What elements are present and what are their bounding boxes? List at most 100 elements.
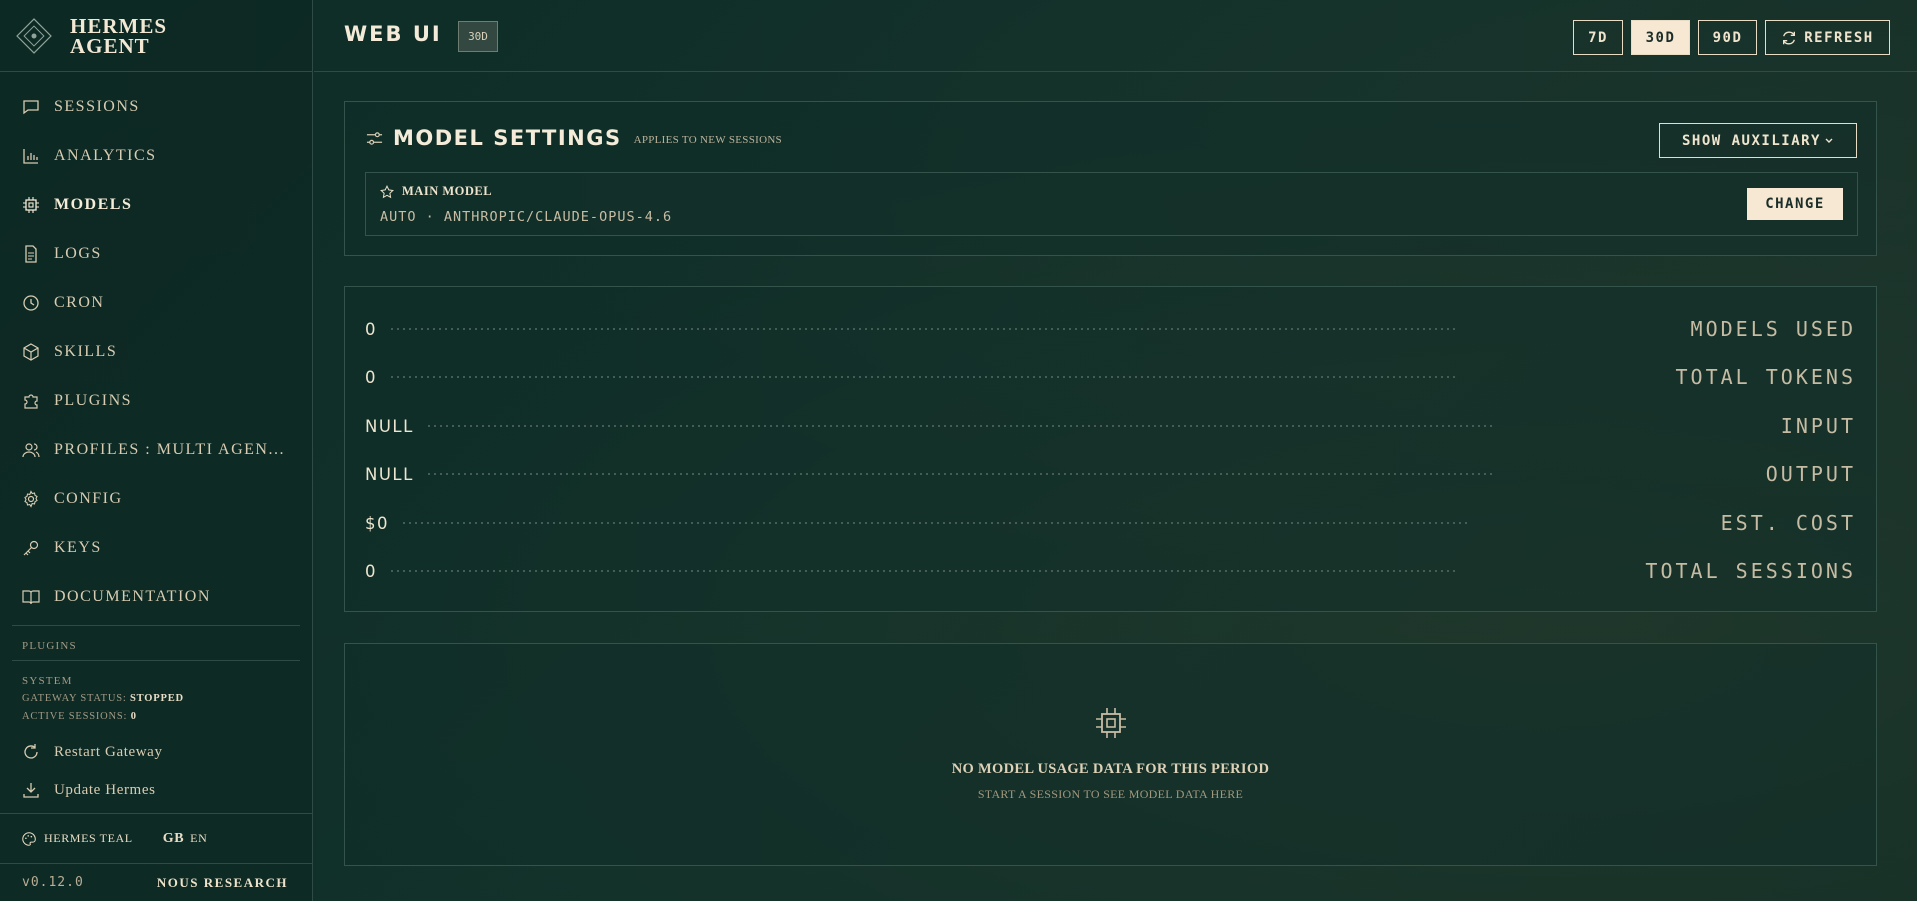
users-icon [22,441,40,459]
sidebar-item-label: ANALYTICS [54,146,157,164]
gateway-status-value: STOPPED [130,693,184,704]
file-icon [22,244,40,263]
range-7d-button[interactable]: 7D [1573,20,1623,55]
sidebar-item-models[interactable]: MODELS [0,180,312,229]
dotted-leader [425,425,1494,427]
stat-row-models-used: 0 MODELS USED [365,314,1856,344]
refresh-button[interactable]: REFRESH [1765,20,1890,55]
sidebar: HERMES AGENT SESSIONS ANALYTICS MODELS L… [0,0,313,901]
sidebar-item-label: CONFIG [54,489,123,507]
restart-icon [22,743,40,761]
language-code: EN [190,831,208,845]
sidebar-item-keys[interactable]: KEYS [0,523,312,572]
chat-icon [22,98,40,116]
refresh-label: REFRESH [1804,29,1874,46]
dotted-leader [389,376,1457,378]
stat-value: 0 [365,561,377,581]
sidebar-item-logs[interactable]: LOGS [0,229,312,278]
sidebar-item-label: PLUGINS [54,391,133,409]
stat-value: $0 [365,513,389,533]
theme-language-bar: HERMES TEAL GB EN [0,813,313,863]
chevron-down-icon [1825,138,1833,143]
brand-name: HERMES AGENT [70,13,168,58]
cpu-icon [1096,708,1126,738]
stat-label: TOTAL TOKENS [1675,365,1856,389]
show-auxiliary-button[interactable]: SHOW AUXILIARY [1659,123,1857,158]
sliders-icon [366,131,383,145]
plugins-heading: PLUGINS [22,640,77,652]
sidebar-item-label: KEYS [54,538,102,556]
gateway-status: GATEWAY STATUS: STOPPED [22,689,290,709]
model-settings-header: MODEL SETTINGS APPLIES TO NEW SESSIONS [366,126,782,150]
dotted-leader [425,473,1494,475]
hermes-logo-icon [16,17,52,54]
sidebar-item-label: DOCUMENTATION [54,587,211,605]
sidebar-item-label: SKILLS [54,342,118,360]
download-icon [22,781,40,799]
dotted-leader [401,522,1469,524]
active-sessions-label: ACTIVE SESSIONS: [22,711,128,722]
clock-icon [22,294,40,312]
model-settings-title: MODEL SETTINGS [393,126,622,150]
dotted-leader [389,570,1457,572]
range-30d-button[interactable]: 30D [1631,20,1690,55]
stat-label: MODELS USED [1690,317,1856,341]
sidebar-item-label: LOGS [54,244,102,262]
sidebar-item-cron[interactable]: CRON [0,278,312,327]
sidebar-item-skills[interactable]: SKILLS [0,327,312,376]
period-badge: 30D [458,21,498,52]
sidebar-item-label: CRON [54,293,105,311]
stat-row-total-tokens: 0 TOTAL TOKENS [365,362,1856,392]
model-usage-empty-card: NO MODEL USAGE DATA FOR THIS PERIOD STAR… [344,643,1877,866]
stat-label: TOTAL SESSIONS [1645,559,1856,583]
main-model-heading: MAIN MODEL [380,184,492,199]
main-model-label: MAIN MODEL [402,184,493,198]
stat-label: INPUT [1780,414,1856,438]
sidebar-item-profiles[interactable]: PROFILES : MULTI AGEN... [0,425,312,474]
vendor-link[interactable]: NOUS RESEARCH [157,875,288,891]
model-settings-subtitle: APPLIES TO NEW SESSIONS [633,133,782,146]
sidebar-item-sessions[interactable]: SESSIONS [0,82,312,131]
brand[interactable]: HERMES AGENT [0,0,312,72]
key-icon [22,539,40,557]
stat-row-est-cost: $0 EST. COST [365,508,1856,538]
sidebar-item-plugins[interactable]: PLUGINS [0,376,312,425]
stat-row-output: NULL OUTPUT [365,459,1856,489]
bar-chart-icon [22,147,40,165]
sidebar-item-label: SESSIONS [54,97,140,115]
top-bar: WEB UI 30D 7D 30D 90D REFRESH [314,0,1917,72]
restart-gateway-button[interactable]: Restart Gateway [0,733,312,771]
flag-gb-icon: GB [162,830,185,846]
stat-value: NULL [365,416,414,436]
sidebar-item-documentation[interactable]: DOCUMENTATION [0,572,312,621]
sidebar-item-analytics[interactable]: ANALYTICS [0,131,312,180]
brand-line-2: AGENT [70,33,150,58]
puzzle-icon [22,392,40,410]
star-icon [380,184,394,198]
range-90d-button[interactable]: 90D [1698,20,1757,55]
change-model-button[interactable]: CHANGE [1747,188,1843,220]
dotted-leader [389,328,1457,330]
main-model-value: AUTO · ANTHROPIC/CLAUDE-OPUS-4.6 [380,209,673,225]
main-model-row: MAIN MODEL AUTO · ANTHROPIC/CLAUDE-OPUS-… [365,172,1858,236]
brand-line-1: HERMES [70,13,168,38]
system-status: GATEWAY STATUS: STOPPED ACTIVE SESSIONS:… [0,687,312,727]
palette-icon [22,831,36,846]
theme-selector[interactable]: HERMES TEAL [44,831,133,846]
stat-label: EST. COST [1720,511,1856,535]
gear-icon [22,489,40,508]
version-label: v0.12.0 [22,875,84,890]
sidebar-nav: SESSIONS ANALYTICS MODELS LOGS CRON SKIL… [0,72,312,621]
cube-icon [22,342,40,361]
sidebar-footer: v0.12.0 NOUS RESEARCH [0,863,313,901]
stat-row-total-sessions: 0 TOTAL SESSIONS [365,556,1856,586]
language-selector[interactable]: GB EN [163,831,208,847]
restart-gateway-label: Restart Gateway [54,743,163,760]
stat-value: 0 [365,319,377,339]
sidebar-item-config[interactable]: CONFIG [0,474,312,523]
sidebar-item-label: MODELS [54,195,133,213]
empty-state-title: NO MODEL USAGE DATA FOR THIS PERIOD [951,761,1270,777]
page-title: WEB UI [344,22,442,46]
update-hermes-button[interactable]: Update Hermes [0,771,312,809]
stat-row-input: NULL INPUT [365,411,1856,441]
